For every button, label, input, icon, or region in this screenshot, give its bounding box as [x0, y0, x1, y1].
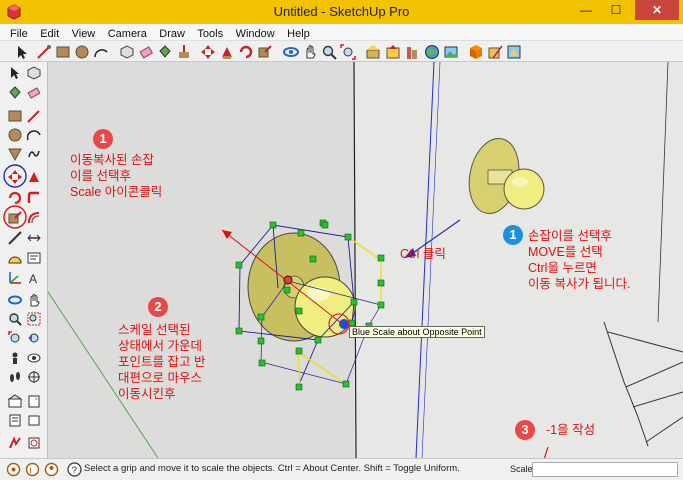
user-icon[interactable] — [44, 462, 59, 477]
previous-view-icon[interactable] — [27, 331, 41, 345]
extension-warehouse-icon[interactable] — [8, 413, 22, 427]
orbit-icon[interactable] — [283, 44, 299, 60]
active-grip[interactable] — [339, 319, 349, 329]
line-icon[interactable] — [36, 44, 52, 60]
rectangle-icon[interactable] — [55, 44, 71, 60]
step-badge-1-right: 1 — [503, 225, 523, 245]
layout-icon[interactable] — [468, 44, 484, 60]
paint-bucket-icon[interactable] — [8, 86, 22, 100]
step-badge-3: 3 — [515, 420, 535, 440]
sandbox-icon[interactable] — [8, 436, 22, 450]
photo-textures-icon[interactable] — [443, 44, 459, 60]
measurement-input[interactable] — [532, 462, 678, 477]
zoom-window-icon[interactable] — [27, 312, 41, 326]
svg-text:A: A — [29, 272, 37, 285]
scale-icon[interactable] — [257, 44, 273, 60]
arc-icon[interactable] — [93, 44, 109, 60]
arc-icon[interactable] — [27, 128, 41, 142]
select-icon[interactable] — [8, 66, 22, 80]
menu-help[interactable]: Help — [283, 26, 314, 40]
protractor-icon[interactable] — [8, 251, 22, 265]
move-icon[interactable] — [200, 44, 216, 60]
step-badge-2: 2 — [148, 297, 168, 317]
status-bar: i ? Select a grip and move it to scale t… — [0, 458, 683, 480]
rotate-icon[interactable] — [238, 44, 254, 60]
eraser-icon[interactable] — [27, 86, 41, 100]
share-model-icon[interactable] — [385, 44, 401, 60]
make-component-icon[interactable] — [119, 44, 135, 60]
pan-icon[interactable] — [27, 293, 41, 307]
svg-text:?: ? — [72, 466, 78, 477]
zoom-icon[interactable] — [321, 44, 337, 60]
push-pull-icon[interactable] — [176, 44, 192, 60]
menu-window[interactable]: Window — [232, 26, 279, 40]
pan-icon[interactable] — [302, 44, 318, 60]
photo-textures-icon[interactable] — [27, 436, 41, 450]
zoom-icon[interactable] — [8, 312, 22, 326]
dimension-icon[interactable] — [27, 231, 41, 245]
push-pull-icon[interactable] — [219, 44, 235, 60]
freehand-icon[interactable] — [27, 147, 41, 161]
rectangle-icon[interactable] — [8, 109, 22, 123]
tool-highlight-circles — [3, 164, 27, 229]
paint-bucket-icon[interactable] — [157, 44, 173, 60]
position-camera-icon[interactable] — [8, 351, 22, 365]
menu-draw[interactable]: Draw — [155, 26, 189, 40]
left-tool-palette: A — [0, 62, 48, 458]
eraser-icon[interactable] — [138, 44, 154, 60]
3d-text-icon[interactable]: A — [27, 271, 41, 285]
sandbox-icon[interactable] — [506, 44, 522, 60]
orbit-icon[interactable] — [8, 293, 22, 307]
menu-view[interactable]: View — [68, 26, 100, 40]
title-bar: Untitled - SketchUp Pro — ☐ ✕ — [0, 0, 683, 24]
menu-camera[interactable]: Camera — [104, 26, 151, 40]
circle-icon[interactable] — [8, 128, 22, 142]
tape-measure-icon[interactable] — [8, 231, 22, 245]
status-hint: Select a grip and move it to scale the o… — [84, 463, 460, 474]
credits-icon[interactable]: i — [25, 462, 40, 477]
3d-warehouse-icon[interactable] — [365, 44, 381, 60]
ctrl-click-label: Ctrl 클릭 — [400, 247, 446, 261]
step3-text: -1을 작성 — [546, 423, 596, 437]
geo-location-icon[interactable] — [6, 462, 21, 477]
measurement-label: Scale — [510, 464, 533, 474]
look-around-icon[interactable] — [27, 351, 41, 365]
walk-icon[interactable] — [8, 370, 22, 384]
zoom-extents-icon[interactable] — [340, 44, 356, 60]
polygon-icon[interactable] — [8, 147, 22, 161]
minimize-button[interactable]: — — [573, 0, 599, 20]
layout-icon[interactable] — [27, 413, 41, 427]
3d-warehouse-icon[interactable] — [8, 394, 22, 408]
axes-icon[interactable] — [8, 271, 22, 285]
svg-text:i: i — [30, 465, 32, 475]
step1-right-text: 손잡이를 선택후 MOVE를 선택 Ctrl을 누르면 이동 복사가 됩니다. — [528, 229, 631, 291]
menu-tools[interactable]: Tools — [193, 26, 227, 40]
google-earth-icon[interactable] — [424, 44, 440, 60]
step-badge-1-left: 1 — [93, 129, 113, 149]
style-builder-icon[interactable] — [487, 44, 503, 60]
circle-icon[interactable] — [74, 44, 90, 60]
menu-bar: File Edit View Camera Draw Tools Window … — [0, 24, 683, 41]
step1-left-text: 이동복사된 손잡 이를 선택후 Scale 아이콘클릭 — [70, 153, 163, 199]
help-icon[interactable]: ? — [67, 462, 82, 477]
select-icon[interactable] — [14, 44, 30, 60]
section-plane-icon[interactable] — [27, 370, 41, 384]
top-toolbar — [0, 41, 683, 62]
line-icon[interactable] — [27, 109, 41, 123]
scale-tooltip: Blue Scale about Opposite Point — [349, 326, 485, 338]
share-icon[interactable] — [27, 394, 41, 408]
text-icon[interactable] — [27, 251, 41, 265]
step2-text: 스케일 선택된 상태에서 가운데 포인트를 잡고 반 대편으로 마우스 이동시킨… — [118, 323, 206, 401]
close-button[interactable]: ✕ — [635, 0, 679, 20]
zoom-extents-icon[interactable] — [8, 331, 22, 345]
make-component-icon[interactable] — [27, 66, 41, 80]
extension-warehouse-icon[interactable] — [404, 44, 420, 60]
maximize-button[interactable]: ☐ — [603, 0, 629, 20]
menu-file[interactable]: File — [6, 26, 32, 40]
menu-edit[interactable]: Edit — [36, 26, 63, 40]
